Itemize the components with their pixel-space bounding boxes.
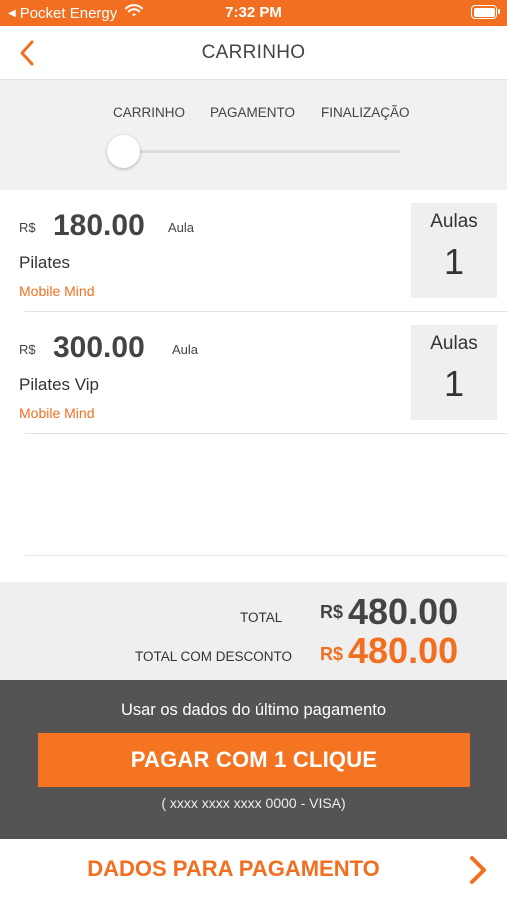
discount-total-currency: R$ [320,644,344,664]
payment-data-button[interactable]: DADOS PARA PAGAMENTO [0,839,507,900]
item-price: 300.00 [53,331,145,364]
item-name: Pilates Vip [19,375,100,394]
item-currency: R$ [19,220,36,235]
cart-item[interactable]: R$ 180.00 Aula Pilates Mobile Mind Aulas… [0,190,507,312]
item-divider [25,433,507,434]
item-unit: Aula [172,342,199,357]
one-click-panel: Usar os dados do último pagamento PAGAR … [0,680,507,839]
clock: 7:32 PM [225,4,282,21]
payment-data-label: DADOS PARA PAGAMENTO [87,856,380,881]
battery-icon [471,5,500,19]
step-finish-label: FINALIZAÇÃO [321,105,410,120]
nav-bar: CARRINHO [0,26,507,80]
last-payment-hint: Usar os dados do último pagamento [120,701,387,719]
step-track [123,150,400,153]
total-label: TOTAL [240,610,283,625]
item-quantity-label: Aulas [430,333,478,354]
item-quantity-box[interactable]: Aulas 1 [411,203,497,298]
chevron-right-icon [470,856,486,884]
item-quantity-value: 1 [443,363,465,404]
total-value: 480.00 [348,591,459,632]
cart-item[interactable]: R$ 300.00 Aula Pilates Vip Mobile Mind A… [0,312,507,434]
list-end-divider [25,555,507,556]
item-vendor: Mobile Mind [19,283,95,299]
item-quantity-box[interactable]: Aulas 1 [411,325,497,420]
item-price: 180.00 [53,209,145,242]
step-cart-label: CARRINHO [113,105,186,120]
item-currency: R$ [19,342,36,357]
item-name: Pilates [19,253,71,272]
status-bar: ◀ Pocket Energy 7:32 PM [0,0,507,26]
discount-total-label: TOTAL COM DESCONTO [135,649,293,664]
total-currency: R$ [320,602,344,622]
item-quantity-value: 1 [443,241,465,282]
saved-card-info: ( xxxx xxxx xxxx 0000 - VISA) [161,795,346,811]
item-vendor: Mobile Mind [19,405,95,421]
page-title: CARRINHO [201,42,306,63]
totals-panel: TOTAL R$ 480.00 TOTAL COM DESCONTO R$ 48… [0,582,507,680]
item-unit: Aula [168,220,195,235]
discount-total-value: 480.00 [348,630,459,671]
step-payment-label: PAGAMENTO [210,105,296,120]
checkout-steps: CARRINHO PAGAMENTO FINALIZAÇÃO [0,80,507,190]
item-quantity-label: Aulas [430,211,478,232]
step-slider-knob[interactable] [107,135,140,168]
pay-one-click-button[interactable]: PAGAR COM 1 CLIQUE [38,733,470,787]
